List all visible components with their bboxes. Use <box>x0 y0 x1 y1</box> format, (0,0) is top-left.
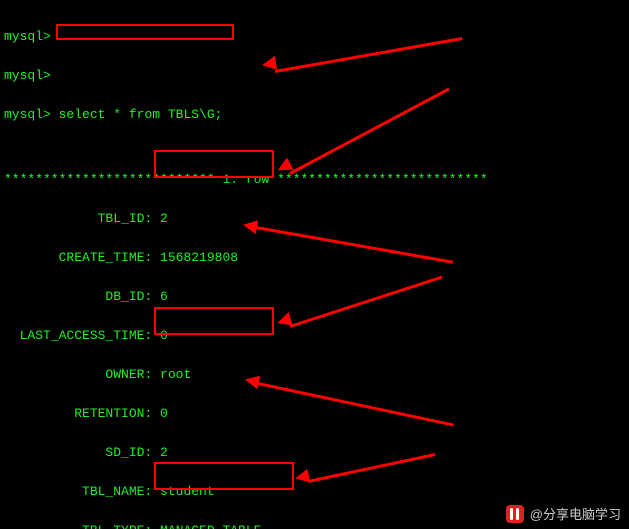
mysql-prompt: mysql> <box>4 68 51 83</box>
prompt-line: mysql> <box>4 69 625 82</box>
toutiao-logo-icon <box>506 505 524 523</box>
prompt-line: mysql> <box>4 30 625 43</box>
mysql-prompt: mysql> <box>4 107 51 122</box>
sql-command: select * from TBLS\G; <box>59 107 223 122</box>
prompt-line: mysql> select * from TBLS\G; <box>4 108 625 121</box>
mysql-prompt: mysql> <box>4 29 51 44</box>
watermark: @分享电脑学习 <box>506 505 621 523</box>
watermark-text: @分享电脑学习 <box>530 508 621 521</box>
terminal-output: mysql> mysql> mysql> select * from TBLS\… <box>0 0 629 529</box>
